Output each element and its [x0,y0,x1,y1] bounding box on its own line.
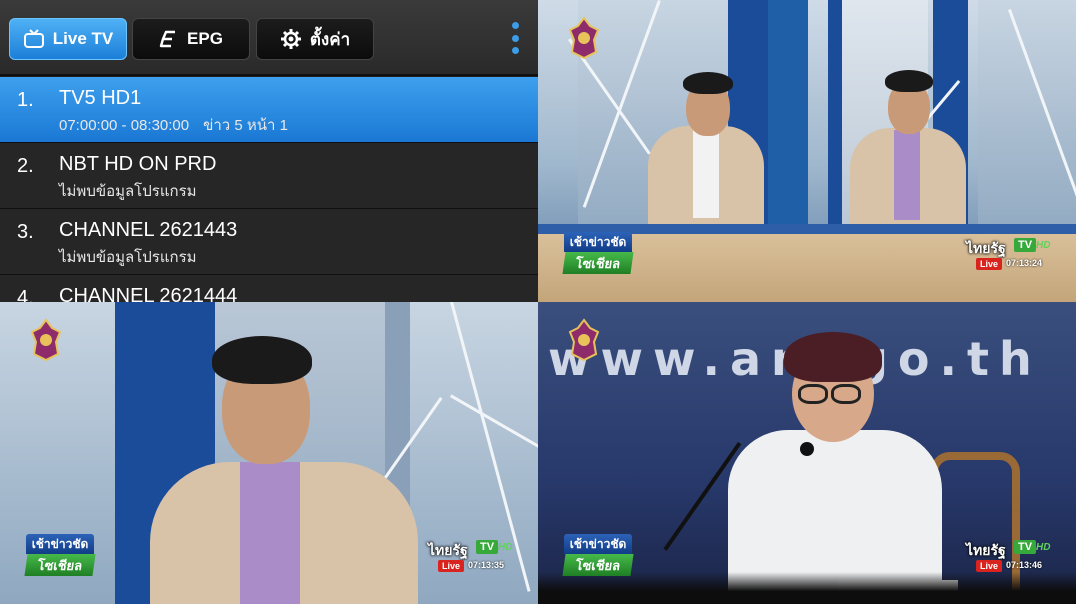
channel-number: 1. [17,89,34,111]
news-tag-bottom: โซเชียล [24,554,96,576]
program-title: ข่าว 5 หน้า 1 [203,117,288,134]
clock-time: 07:13:46 [1006,560,1043,570]
news-tag: เช้าข่าวชัด โซเชียล [562,232,634,274]
tv-badge: TV [476,540,499,554]
channel-name: TV5 HD1 [59,87,142,109]
brand-text: ไทยรัฐ [428,542,468,558]
news-tag-bottom: โซเชียล [562,554,634,576]
clock-time: 07:13:35 [468,560,505,570]
channel-item-4[interactable]: 4. CHANNEL 2621444 [0,275,538,302]
channel-number: 2. [17,155,34,177]
hd-badge: HD [498,542,513,553]
brand-text: ไทยรัฐ [966,240,1006,256]
channel-number: 3. [17,221,34,243]
tab-epg[interactable]: EPG [132,18,250,60]
video-tile-3[interactable]: www.am go.th เช้าข่าวชัด โซเชียล ไทยรัฐ … [538,302,1076,604]
news-tag: เช้าข่าวชัด โซเชียล [24,534,96,576]
clock-time: 07:13:24 [1006,258,1043,268]
news-tag-top: เช้าข่าวชัด [564,232,632,252]
live-badge: Live [976,560,1003,572]
tv-icon [23,29,45,49]
program-info: 07:00:00 - 08:30:00 ข่าว 5 หน้า 1 [59,113,288,137]
channel-item-1[interactable]: 1. TV5 HD1 07:00:00 - 08:30:00 ข่าว 5 หน้… [0,77,538,143]
channel-panel: Live TV EPG ตั้งค่า 1. TV5 HD1 07:00:00 … [0,0,538,302]
program-time: 07:00:00 - 08:30:00 [59,117,190,134]
channel-item-3[interactable]: 3. CHANNEL 2621443 ไม่พบข้อมูลโปรแกรม [0,209,538,275]
tab-settings[interactable]: ตั้งค่า [256,18,374,60]
gear-icon [280,28,302,50]
royal-emblem-icon [568,16,600,60]
news-tag-top: เช้าข่าวชัด [26,534,94,554]
tv-badge: TV [1014,238,1037,252]
overflow-menu-icon[interactable] [512,22,520,54]
channel-number: 4. [17,287,34,302]
video-tile-2[interactable]: เช้าข่าวชัด โซเชียล ไทยรัฐ TV HD Live 07… [0,302,538,604]
channel-name: CHANNEL 2621444 [59,285,238,302]
channel-name: CHANNEL 2621443 [59,219,238,241]
program-title: ไม่พบข้อมูลโปรแกรม [59,183,197,200]
brand-text: ไทยรัฐ [966,542,1006,558]
channel-list: 1. TV5 HD1 07:00:00 - 08:30:00 ข่าว 5 หน้… [0,77,538,302]
news-tag-bottom: โซเชียล [562,252,634,274]
channel-logo: ไทยรัฐ TV HD Live 07:13:46 [966,540,1054,574]
live-badge: Live [438,560,465,572]
channel-logo: ไทยรัฐ TV HD Live 07:13:35 [428,540,516,574]
tab-label: ตั้งค่า [309,29,351,49]
news-tag: เช้าข่าวชัด โซเชียล [562,534,634,576]
tv-badge: TV [1014,540,1037,554]
live-badge: Live [976,258,1003,270]
epg-icon [159,30,179,48]
hd-badge: HD [1036,542,1051,553]
tab-label: Live TV [52,29,114,48]
video-tile-1[interactable]: เช้าข่าวชัด โซเชียล ไทยรัฐ TV HD Live 07… [538,0,1076,302]
royal-emblem-icon [30,318,62,362]
channel-item-2[interactable]: 2. NBT HD ON PRD ไม่พบข้อมูลโปรแกรม [0,143,538,209]
program-title: ไม่พบข้อมูลโปรแกรม [59,249,197,266]
hd-badge: HD [1036,240,1051,251]
channel-logo: ไทยรัฐ TV HD Live 07:13:24 [966,238,1054,272]
tab-live-tv[interactable]: Live TV [9,18,127,60]
toolbar: Live TV EPG ตั้งค่า [0,0,538,76]
channel-name: NBT HD ON PRD [59,153,217,175]
royal-emblem-icon [568,318,600,362]
news-tag-top: เช้าข่าวชัด [564,534,632,554]
tab-label: EPG [187,29,223,48]
